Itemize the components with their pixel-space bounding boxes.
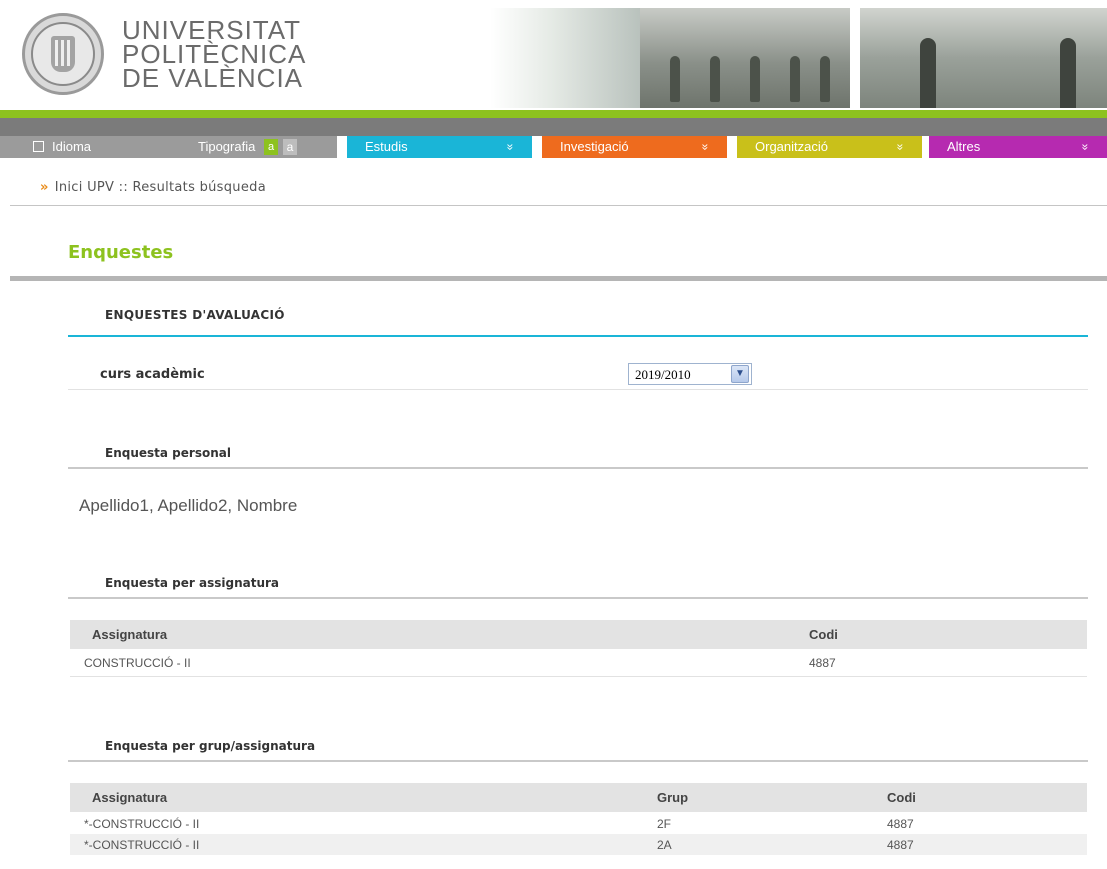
cell-grup: 2A	[635, 834, 865, 855]
chevron-down-icon: »	[893, 143, 908, 151]
nav-item-label: Estudis	[365, 139, 408, 154]
page-title: Enquestes	[68, 242, 174, 263]
table-row[interactable]: CONSTRUCCIÓ - II 4887	[70, 650, 1087, 677]
chevron-down-icon[interactable]: ▼	[731, 365, 749, 383]
assignatura-table: Assignatura Codi CONSTRUCCIÓ - II 4887	[70, 620, 1087, 677]
logo-text: UNIVERSITAT POLITÈCNICA DE VALÈNCIA	[122, 17, 306, 93]
section-divider	[68, 335, 1088, 337]
personal-title: Enquesta personal	[105, 446, 231, 460]
curs-row: curs acadèmic 2019/2010 ▼	[68, 360, 1088, 390]
breadcrumb-divider	[10, 205, 1107, 206]
breadcrumb: » Inici UPV :: Resultats búsqueda	[40, 180, 266, 195]
chevron-down-icon: »	[698, 143, 713, 151]
logo-line-3: DE VALÈNCIA	[122, 63, 304, 93]
site-header: UNIVERSITAT POLITÈCNICA DE VALÈNCIA	[0, 0, 1107, 110]
table-header-row: Assignatura Codi	[70, 620, 1087, 651]
column-header: Codi	[787, 620, 1087, 651]
cell-assignatura: *-CONSTRUCCIÓ - II	[70, 834, 635, 855]
per-assignatura-title: Enquesta per assignatura	[105, 576, 280, 590]
main-nav: Idioma Tipografia a a Estudis » Investig…	[0, 136, 1107, 158]
header-accent-line	[0, 110, 1107, 118]
person-name: Apellido1, Apellido2, Nombre	[79, 496, 298, 515]
column-header: Assignatura	[70, 620, 787, 651]
column-header: Codi	[865, 783, 1087, 814]
table-row[interactable]: *-CONSTRUCCIÓ - II 2F 4887	[70, 813, 1087, 834]
nav-tools: Idioma Tipografia a a	[0, 136, 337, 158]
personal-divider	[68, 467, 1088, 469]
table-row[interactable]: *-CONSTRUCCIÓ - II 2A 4887	[70, 834, 1087, 855]
cell-codi: 4887	[787, 650, 1087, 677]
curs-selected-value: 2019/2010	[635, 367, 691, 382]
curs-label: curs acadèmic	[100, 367, 205, 382]
cell-grup: 2F	[657, 817, 672, 831]
cell-assignatura: CONSTRUCCIÓ - II	[70, 650, 787, 677]
breadcrumb-arrow-icon: »	[40, 180, 49, 195]
upv-logo[interactable]: UNIVERSITAT POLITÈCNICA DE VALÈNCIA	[22, 8, 322, 100]
upv-seal-icon	[22, 13, 104, 95]
column-header: Grup	[635, 783, 865, 814]
curs-select[interactable]: 2019/2010 ▼	[628, 363, 752, 385]
cell-codi: 4887	[865, 834, 1087, 855]
nav-idioma[interactable]: Idioma	[52, 136, 91, 158]
column-header: Assignatura	[70, 783, 635, 814]
title-divider	[10, 276, 1107, 281]
table-header-row: Assignatura Grup Codi	[70, 783, 1087, 814]
nav-item-label: Altres	[947, 139, 981, 154]
chevron-down-icon: »	[503, 143, 518, 151]
nav-item-organitzacio[interactable]: Organització »	[737, 136, 922, 158]
grup-table: Assignatura Grup Codi *-CONSTRUCCIÓ - II…	[70, 783, 1087, 855]
nav-item-estudis[interactable]: Estudis »	[347, 136, 532, 158]
cell-codi: 4887	[887, 817, 914, 831]
font-size-small-button[interactable]: a	[264, 139, 278, 155]
banner-photo-1	[490, 8, 640, 108]
cell-assignatura: *-CONSTRUCCIÓ - II	[84, 817, 200, 831]
banner-photo-2	[640, 8, 850, 108]
per-assignatura-divider	[68, 597, 1088, 599]
header-grey-band	[0, 118, 1107, 136]
chevron-down-icon: »	[1078, 143, 1093, 151]
header-photo-banner	[490, 8, 1107, 108]
banner-photo-3	[860, 8, 1107, 108]
per-grup-divider	[68, 760, 1088, 762]
font-size-large-button[interactable]: a	[283, 139, 297, 155]
nav-item-altres[interactable]: Altres »	[929, 136, 1107, 158]
nav-item-label: Organització	[755, 139, 828, 154]
nav-tipografia: Tipografia	[198, 139, 256, 154]
section-title: ENQUESTES D'AVALUACIÓ	[105, 308, 285, 322]
nav-item-label: Investigació	[560, 139, 629, 154]
idioma-checkbox-icon[interactable]	[33, 141, 44, 152]
nav-item-investigacio[interactable]: Investigació »	[542, 136, 727, 158]
per-grup-title: Enquesta per grup/assignatura	[105, 739, 316, 753]
breadcrumb-text[interactable]: Inici UPV :: Resultats búsqueda	[55, 180, 266, 195]
